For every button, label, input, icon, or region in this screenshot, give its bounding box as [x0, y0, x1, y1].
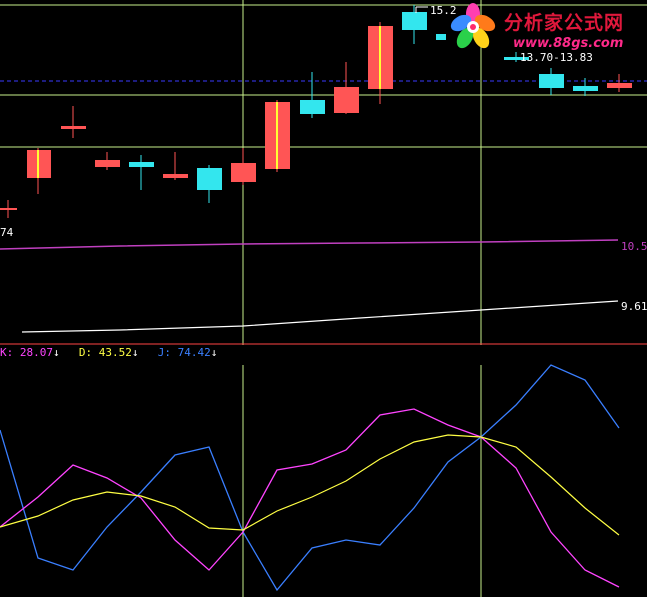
- candle: [95, 152, 120, 170]
- chart-canvas: [0, 0, 647, 597]
- candle: [27, 148, 51, 194]
- watermark-url: www.88gs.com: [513, 36, 624, 51]
- candle: [129, 155, 154, 190]
- ma-white-line: [21, 300, 619, 333]
- price-high-label: 15.2: [430, 4, 457, 17]
- candle: [0, 200, 17, 218]
- arrow-down-icon: ↓: [52, 346, 60, 359]
- candle: [607, 74, 632, 92]
- kdj-d-value: D: 43.52: [78, 346, 132, 359]
- kdj-header: K: 28.07↓ D: 43.52↓ J: 74.42↓: [0, 346, 217, 360]
- candle: [539, 68, 564, 95]
- watermark-title: 分析家公式网: [504, 12, 625, 34]
- indicator-grid: [242, 365, 482, 597]
- candle: [61, 106, 86, 138]
- candle: [197, 165, 222, 203]
- arrow-down-icon: ↓: [131, 346, 139, 359]
- arrow-down-icon: ↓: [210, 346, 218, 359]
- ma-purple-line: [0, 239, 619, 250]
- candle: [368, 22, 393, 104]
- candle: [402, 5, 427, 44]
- kdj-j-value: J: 74.42: [157, 346, 211, 359]
- ma-white-label: 9.61: [621, 300, 647, 313]
- candle: [334, 62, 359, 114]
- price-low-label: 74: [0, 226, 14, 239]
- price-range-label: 13.70-13.83: [520, 51, 593, 64]
- candle: [265, 100, 290, 172]
- ma-purple-label: 10.5: [621, 240, 647, 253]
- candle: [231, 148, 256, 185]
- kdj-d-line: [0, 434, 620, 536]
- candle: [163, 152, 188, 180]
- kdj-k-value: K: 28.07: [0, 346, 53, 359]
- candle: [436, 34, 446, 40]
- kdj-j-line: [0, 364, 620, 592]
